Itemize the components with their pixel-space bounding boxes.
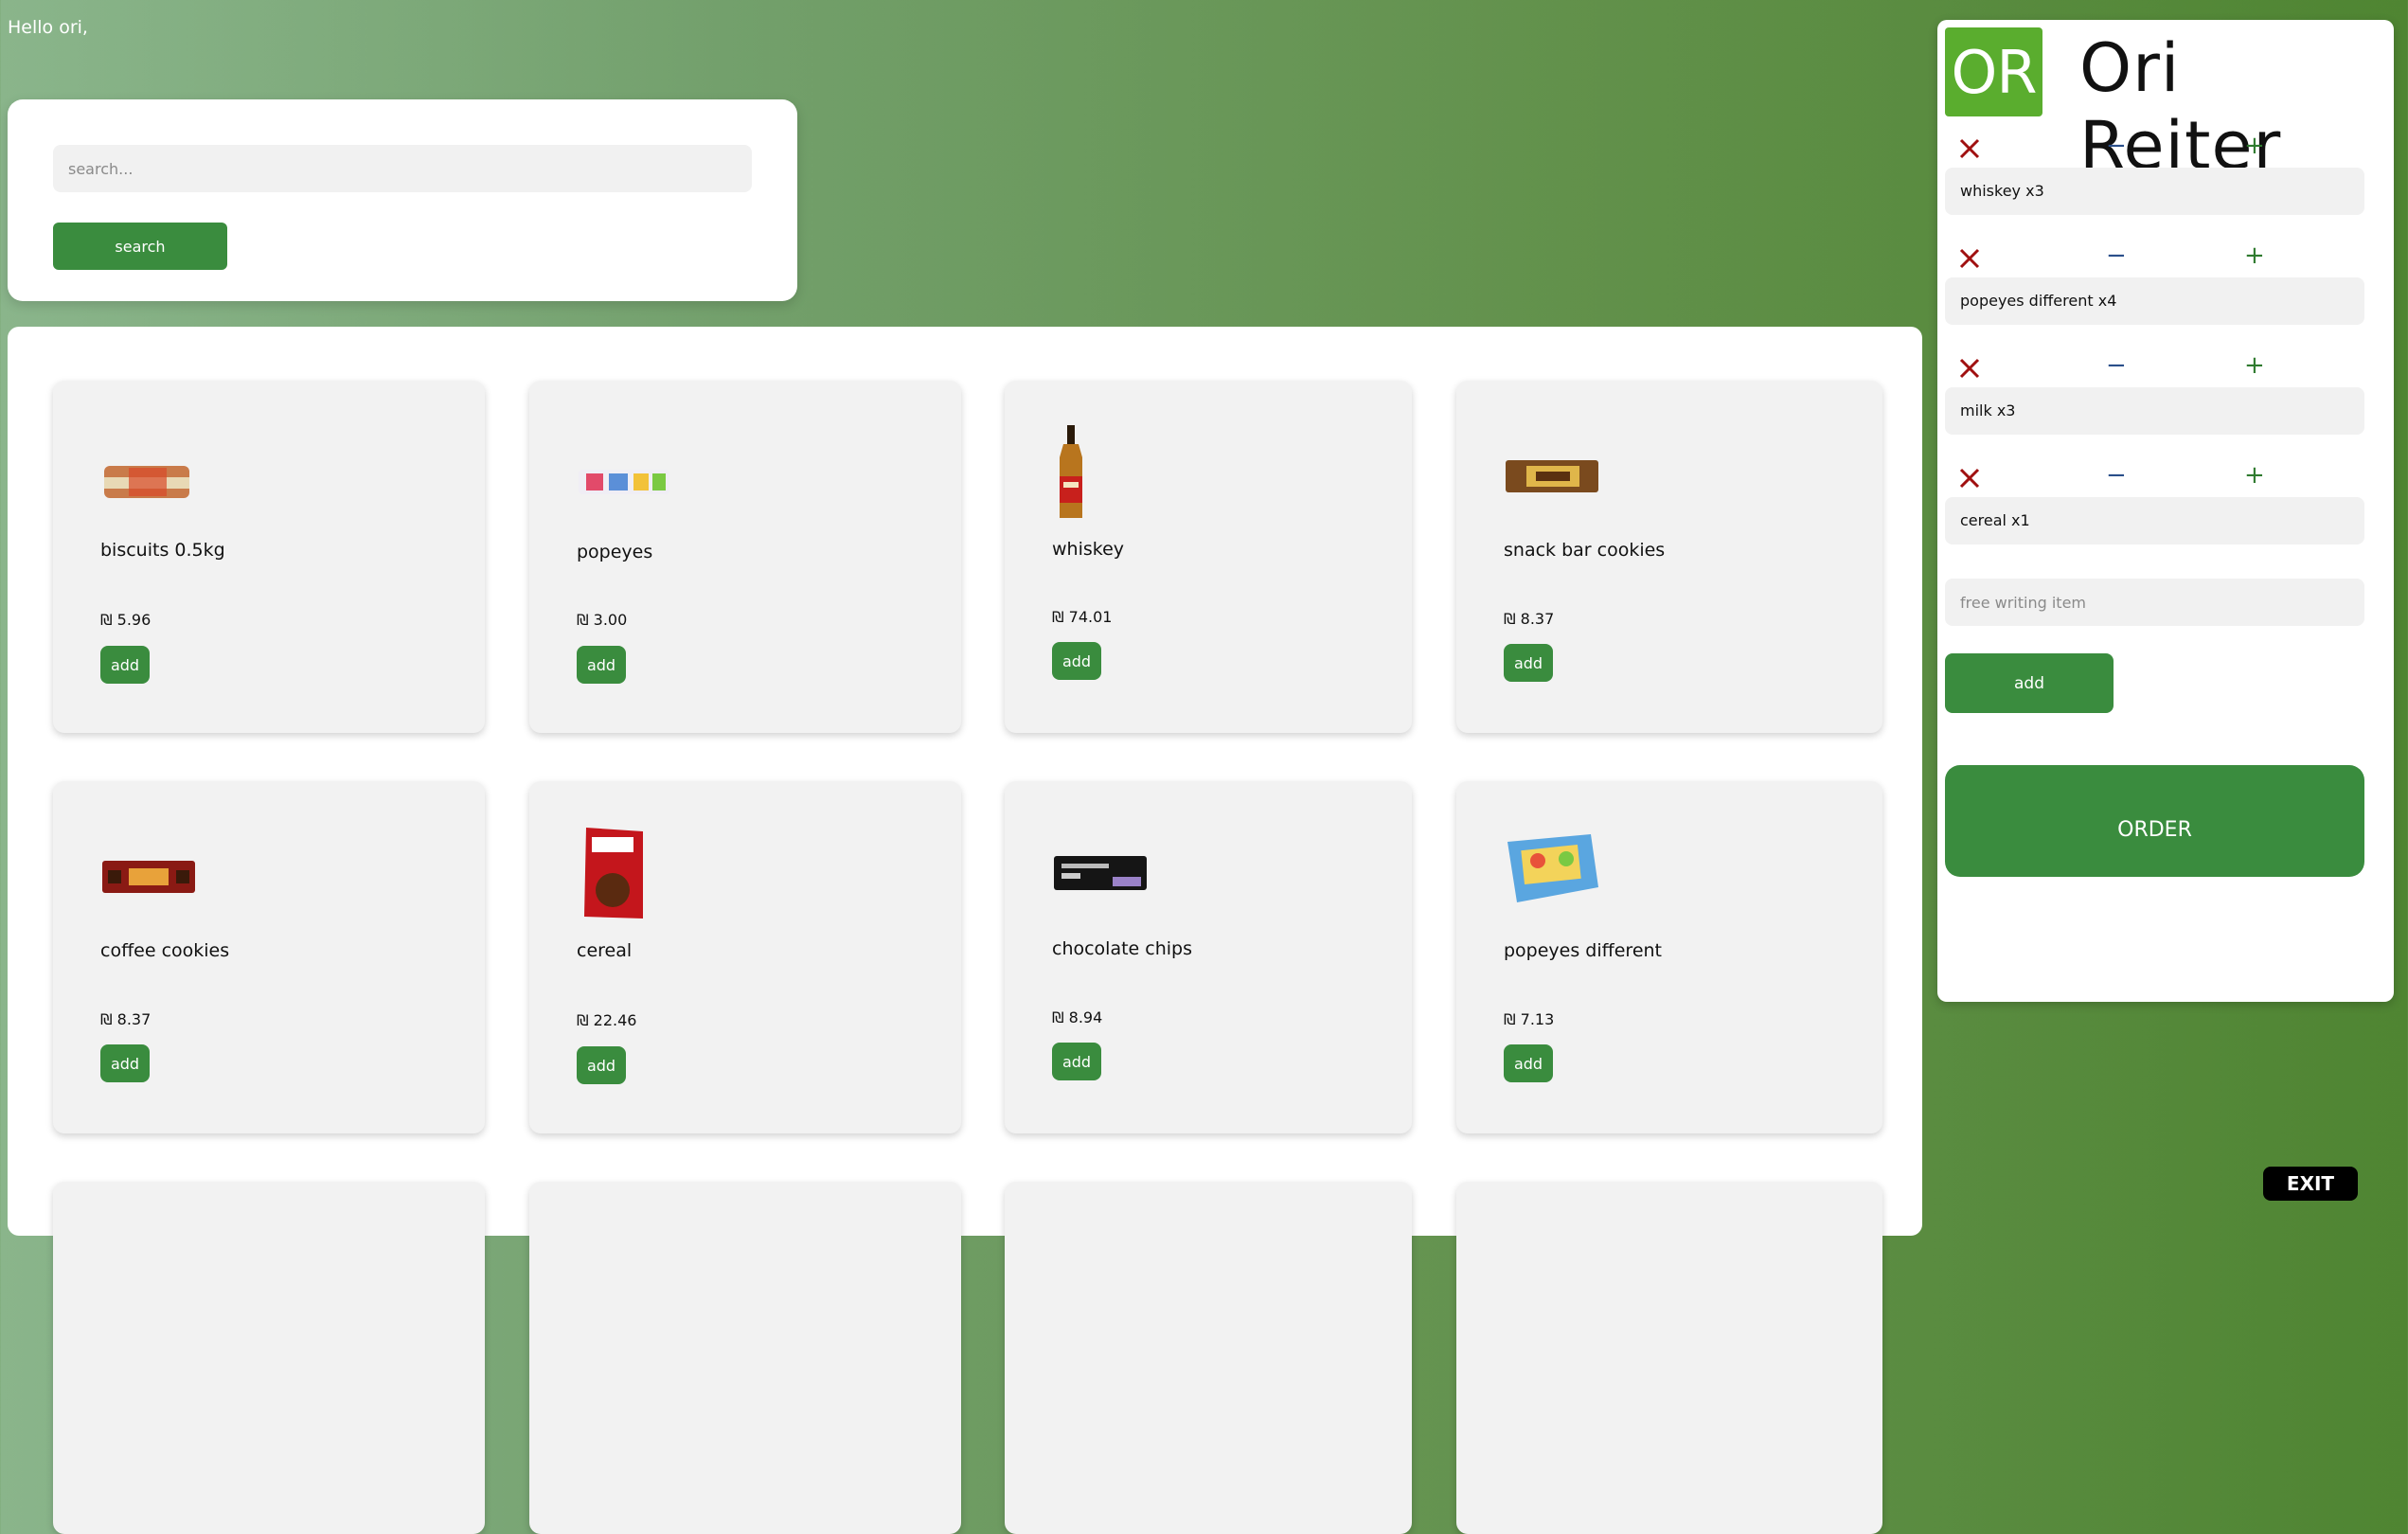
product-price: ₪ 8.94 (1052, 1008, 1103, 1026)
product-card: whiskey ₪ 74.01 add (1005, 381, 1412, 733)
product-card: cereal ₪ 22.46 add (529, 781, 961, 1133)
add-to-cart-button[interactable]: add (1052, 1043, 1101, 1080)
exit-button[interactable]: EXIT (2263, 1167, 2358, 1201)
product-card: snack bar cookies ₪ 8.37 add (1456, 381, 1882, 733)
product-price: ₪ 3.00 (577, 611, 628, 629)
product-price: ₪ 5.96 (100, 611, 152, 629)
popeyes-different-image (1507, 834, 1598, 902)
product-name: biscuits 0.5kg (100, 540, 225, 561)
avatar: OR (1945, 27, 2042, 116)
cart-panel: OR Ori Reiter − + whiskey x3 − + popeyes… (1937, 20, 2394, 1002)
product-price: ₪ 22.46 (577, 1011, 637, 1029)
snack-bar-image (1506, 460, 1598, 492)
add-to-cart-button[interactable]: add (577, 646, 626, 684)
product-card: popeyes ₪ 3.00 add (529, 381, 961, 733)
search-input[interactable] (53, 145, 752, 192)
decrease-button[interactable]: − (2106, 351, 2127, 380)
increase-button[interactable]: + (2244, 241, 2265, 270)
add-to-cart-button[interactable]: add (577, 1046, 626, 1084)
free-item-input[interactable] (1945, 579, 2364, 626)
product-name: popeyes different (1504, 940, 1663, 961)
product-name: popeyes (577, 542, 653, 562)
product-name: coffee cookies (100, 940, 230, 961)
add-to-cart-button[interactable]: add (1504, 644, 1553, 682)
increase-button[interactable]: + (2244, 132, 2265, 160)
product-card: biscuits 0.5kg ₪ 5.96 add (53, 381, 485, 733)
product-card (529, 1182, 961, 1534)
decrease-button[interactable]: − (2106, 132, 2127, 160)
add-to-cart-button[interactable]: add (1052, 642, 1101, 680)
increase-button[interactable]: + (2244, 461, 2265, 490)
product-card: chocolate chips ₪ 8.94 add (1005, 781, 1412, 1133)
coffee-cookies-image (102, 861, 195, 893)
search-card: search (8, 99, 797, 301)
increase-button[interactable]: + (2244, 351, 2265, 380)
cart-item-controls: − + (1937, 241, 2394, 274)
remove-icon[interactable] (1958, 467, 1981, 490)
product-name: cereal (577, 940, 633, 961)
cart-item-controls: − + (1937, 461, 2394, 493)
whiskey-bottle-image (1060, 425, 1082, 518)
add-to-cart-button[interactable]: add (1504, 1044, 1553, 1082)
cart-item: milk x3 (1945, 387, 2364, 435)
cart-item: popeyes different x4 (1945, 277, 2364, 325)
add-to-cart-button[interactable]: add (100, 646, 150, 684)
greeting-text: Hello ori, (8, 17, 88, 38)
popeyes-image (579, 470, 669, 494)
decrease-button[interactable]: − (2106, 241, 2127, 270)
product-card (1456, 1182, 1882, 1534)
cart-item-controls: − + (1937, 351, 2394, 384)
add-free-item-button[interactable]: add (1945, 653, 2114, 713)
add-to-cart-button[interactable]: add (100, 1044, 150, 1082)
products-panel: biscuits 0.5kg ₪ 5.96 add popeyes ₪ 3.00… (8, 327, 1922, 1534)
product-name: whiskey (1052, 539, 1125, 560)
product-card: coffee cookies ₪ 8.37 add (53, 781, 485, 1133)
product-name: chocolate chips (1052, 938, 1193, 959)
product-price: ₪ 7.13 (1504, 1010, 1555, 1028)
product-card (1005, 1182, 1412, 1534)
product-price: ₪ 74.01 (1052, 608, 1113, 626)
order-button[interactable]: ORDER (1945, 765, 2364, 877)
decrease-button[interactable]: − (2106, 461, 2127, 490)
cart-item-controls: − + (1937, 132, 2394, 164)
product-card (53, 1182, 485, 1534)
product-card: popeyes different ₪ 7.13 add (1456, 781, 1882, 1133)
search-button[interactable]: search (53, 223, 227, 270)
remove-icon[interactable] (1958, 137, 1981, 160)
remove-icon[interactable] (1958, 357, 1981, 380)
product-name: snack bar cookies (1504, 540, 1666, 561)
cereal-box-image (584, 828, 643, 919)
cart-item: cereal x1 (1945, 497, 2364, 544)
product-price: ₪ 8.37 (1504, 610, 1555, 628)
biscuits-image (104, 466, 189, 498)
product-price: ₪ 8.37 (100, 1010, 152, 1028)
chocolate-chips-image (1054, 856, 1147, 890)
cart-item: whiskey x3 (1945, 168, 2364, 215)
remove-icon[interactable] (1958, 247, 1981, 270)
